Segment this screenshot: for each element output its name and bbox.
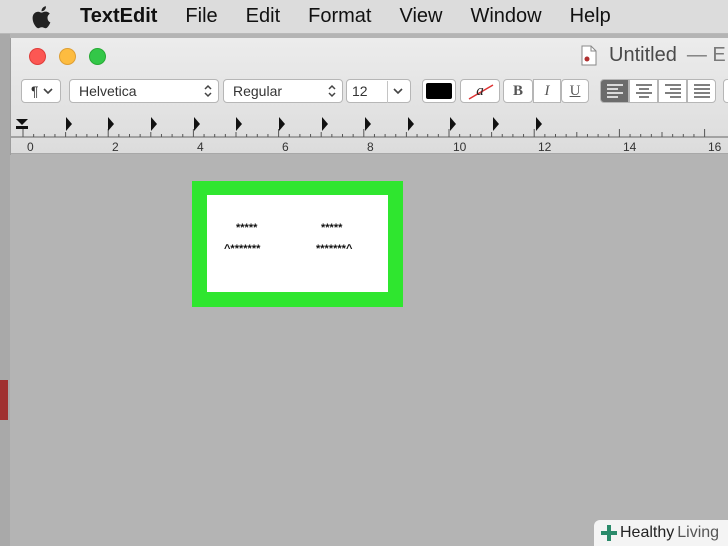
ruler-label: 4 (197, 140, 204, 154)
paragraph-styles-popup[interactable]: ¶ (21, 79, 61, 103)
italic-button[interactable]: I (533, 79, 561, 103)
menu-edit[interactable]: Edit (246, 5, 280, 28)
italic-label: I (544, 82, 550, 99)
desktop-edge (0, 34, 10, 546)
watermark-brand-b: Living (677, 524, 720, 541)
align-justify-button[interactable] (687, 79, 716, 103)
window-title-suffix: — E (686, 44, 726, 66)
align-left-button[interactable] (600, 79, 629, 103)
combo-divider (387, 81, 388, 103)
tab-stop (493, 117, 499, 131)
bold-label: B (512, 82, 523, 99)
menu-view[interactable]: View (399, 5, 442, 28)
font-size-value: 12 (352, 83, 368, 99)
ruler[interactable]: 0 2 4 6 8 10 12 14 16 (11, 114, 728, 154)
font-family-value: Helvetica (79, 83, 137, 99)
window-title-group: Untitled — E (581, 44, 726, 67)
document-icon (581, 45, 597, 66)
format-toolbar: ¶ Helvetica Regular 12 a B I U (11, 79, 728, 105)
title-bar: Untitled — E ¶ Helvetica Regular 12 a B … (11, 38, 728, 154)
menu-app-name[interactable]: TextEdit (80, 5, 157, 28)
tab-stop (279, 117, 285, 131)
tab-stop (365, 117, 371, 131)
highlight-color-label: a (476, 82, 484, 99)
window-title[interactable]: Untitled (609, 44, 677, 67)
font-style-popup[interactable]: Regular (223, 79, 343, 103)
font-family-popup[interactable]: Helvetica (69, 79, 219, 103)
align-center-button[interactable] (629, 79, 658, 103)
watermark-brand-a: Healthy (620, 524, 675, 541)
ruler-label: 10 (453, 140, 467, 154)
text-line-2-right: *******^ (316, 243, 353, 255)
tab-stop (151, 117, 157, 131)
align-center-icon (635, 84, 652, 98)
chevron-down-icon (393, 88, 403, 95)
ruler-label: 14 (623, 140, 637, 154)
tab-stop (236, 117, 242, 131)
ruler-label: 0 (27, 140, 34, 154)
align-justify-icon (693, 84, 710, 98)
menu-window[interactable]: Window (470, 5, 541, 28)
align-left-icon (606, 84, 623, 98)
tab-stop (108, 117, 114, 131)
left-indent-marker (16, 126, 28, 129)
ruler-label: 12 (538, 140, 552, 154)
menu-format[interactable]: Format (308, 5, 371, 28)
first-line-indent-marker (16, 119, 28, 125)
background-window-edge (0, 380, 8, 420)
underline-button[interactable]: U (561, 79, 589, 103)
tab-stop (408, 117, 414, 131)
highlight-color-well[interactable]: a (460, 79, 500, 103)
ruler-label: 6 (282, 140, 289, 154)
bold-button[interactable]: B (503, 79, 533, 103)
watermark: Healthy Living (594, 520, 728, 546)
text-color-well[interactable] (422, 79, 456, 103)
underline-label: U (569, 82, 581, 99)
apple-icon[interactable] (30, 4, 56, 30)
align-right-button[interactable] (658, 79, 687, 103)
tab-stop (322, 117, 328, 131)
tab-stop (450, 117, 456, 131)
text-line-1-right: ***** (321, 222, 343, 234)
ruler-label: 8 (367, 140, 374, 154)
text-content-box[interactable]: ***** ***** ^******* *******^ (207, 195, 388, 292)
chevron-down-icon (43, 88, 53, 95)
close-button[interactable] (29, 48, 46, 65)
tab-stop (194, 117, 200, 131)
menu-file[interactable]: File (185, 5, 217, 28)
font-size-combo[interactable]: 12 (346, 79, 411, 103)
more-toolbar-button[interactable] (723, 79, 728, 103)
ruler-label: 2 (112, 140, 119, 154)
text-color-swatch (426, 83, 452, 99)
plus-leaf-icon (601, 525, 617, 541)
stepper-arrows-icon (328, 84, 336, 98)
tab-stop (536, 117, 542, 131)
menu-help[interactable]: Help (570, 5, 611, 28)
paragraph-icon: ¶ (31, 83, 39, 99)
menu-bar: TextEdit File Edit Format View Window He… (0, 0, 728, 34)
tab-stop (66, 117, 72, 131)
text-line-2-left: ^******* (224, 243, 261, 255)
font-style-value: Regular (233, 83, 283, 99)
zoom-button[interactable] (89, 48, 106, 65)
minimize-button[interactable] (59, 48, 76, 65)
ruler-label: 16 (708, 140, 722, 154)
align-right-icon (664, 84, 681, 98)
text-line-1-left: ***** (236, 222, 258, 234)
stepper-arrows-icon (204, 84, 212, 98)
